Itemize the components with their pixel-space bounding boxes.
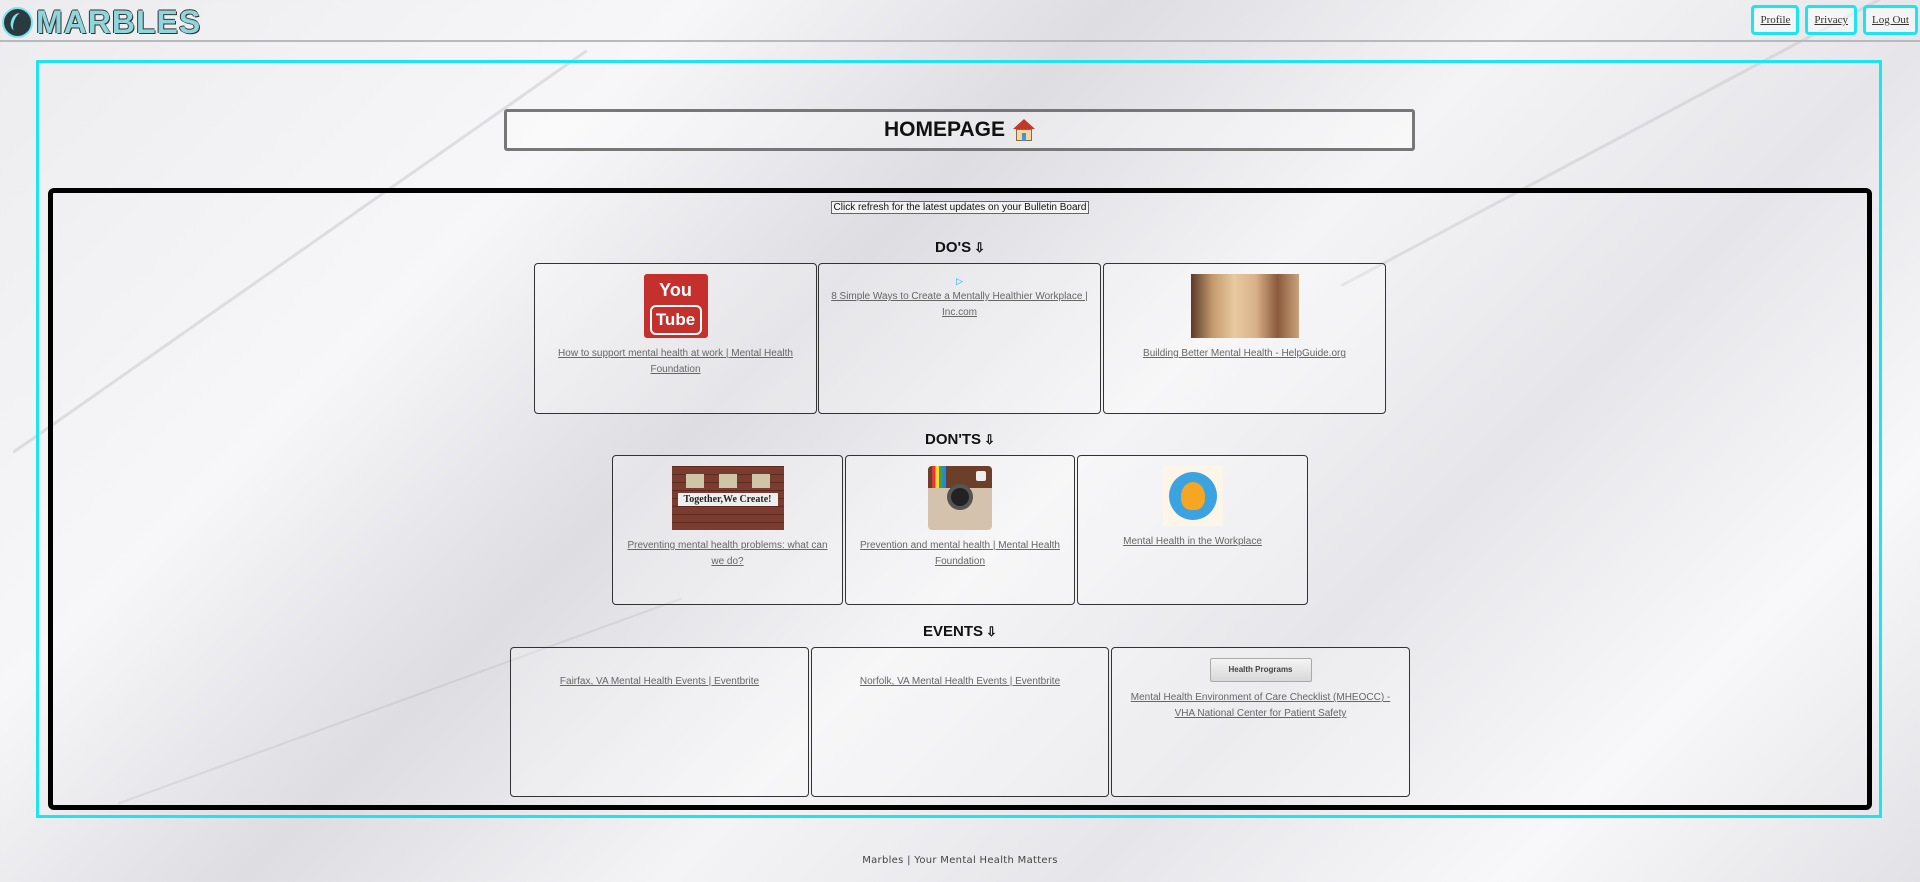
events-card-1: Fairfax, VA Mental Health Events | Event… [510, 647, 809, 797]
dos-link-1[interactable]: How to support mental health at work | M… [535, 346, 816, 378]
youtube-logo-icon[interactable]: You Tube [643, 274, 708, 338]
marble-logo-icon [2, 7, 33, 38]
dos-card-2: ▷ 8 Simple Ways to Create a Mentally Hea… [818, 263, 1101, 414]
down-arrow-icon: ⇩ [974, 240, 985, 255]
events-card-3: Health Programs Mental Health Environmen… [1111, 647, 1410, 797]
people-photo-icon[interactable] [1190, 274, 1299, 338]
donts-card-2: Prevention and mental health | Mental He… [845, 455, 1075, 605]
donts-link-3[interactable]: Mental Health in the Workplace [1078, 534, 1307, 550]
dos-heading: DO'S ⇩ [0, 239, 1920, 256]
logo-text: MARBLES [36, 4, 202, 40]
events-link-3[interactable]: Mental Health Environment of Care Checkl… [1112, 690, 1409, 722]
gear-head-icon[interactable] [1162, 466, 1223, 526]
privacy-link[interactable]: Privacy [1805, 5, 1858, 35]
events-link-2[interactable]: Norfolk, VA Mental Health Events | Event… [812, 674, 1108, 690]
log-out-link[interactable]: Log Out [1863, 5, 1918, 35]
events-heading-text: EVENTS [923, 623, 984, 640]
photo-sign-text: Together,We Create! [677, 493, 778, 506]
down-arrow-icon: ⇩ [984, 432, 995, 447]
donts-heading: DON'TS ⇩ [0, 431, 1920, 448]
together-we-create-photo-icon[interactable]: Together,We Create! [671, 466, 784, 530]
page-title: HOMEPAGE [884, 118, 1005, 141]
donts-link-1[interactable]: Preventing mental health problems: what … [613, 538, 842, 570]
dos-heading-text: DO'S [935, 239, 972, 256]
events-card-2: Norfolk, VA Mental Health Events | Event… [811, 647, 1109, 797]
instagram-logo-icon[interactable] [928, 466, 992, 530]
health-programs-badge[interactable]: Health Programs [1209, 658, 1312, 682]
refresh-notice-row: Click refresh for the latest updates on … [0, 197, 1920, 215]
dos-link-2[interactable]: 8 Simple Ways to Create a Mentally Healt… [819, 289, 1100, 321]
events-link-1[interactable]: Fairfax, VA Mental Health Events | Event… [511, 674, 808, 690]
header-nav: Profile Privacy Log Out [1751, 5, 1918, 35]
profile-link[interactable]: Profile [1751, 5, 1800, 35]
dos-card-3: Building Better Mental Health - HelpGuid… [1103, 263, 1386, 414]
top-navigation-bar: MARBLES Profile Privacy Log Out [0, 0, 1920, 42]
play-icon[interactable]: ▷ [819, 276, 1100, 287]
footer-text: Marbles | Your Mental Health Matters [862, 855, 1058, 866]
donts-card-3: Mental Health in the Workplace [1077, 455, 1308, 605]
dos-link-3[interactable]: Building Better Mental Health - HelpGuid… [1104, 346, 1385, 362]
refresh-notice: Click refresh for the latest updates on … [830, 201, 1090, 214]
house-icon [1012, 119, 1035, 141]
donts-heading-text: DON'TS [925, 431, 982, 448]
marbles-logo[interactable]: MARBLES [2, 4, 201, 41]
donts-card-1: Together,We Create! Preventing mental he… [612, 455, 843, 605]
dos-card-1: You Tube How to support mental health at … [534, 263, 817, 414]
donts-link-2[interactable]: Prevention and mental health | Mental He… [846, 538, 1074, 570]
events-heading: EVENTS ⇩ [0, 623, 1920, 640]
page-title-box: HOMEPAGE [504, 109, 1415, 151]
down-arrow-icon: ⇩ [986, 624, 997, 639]
